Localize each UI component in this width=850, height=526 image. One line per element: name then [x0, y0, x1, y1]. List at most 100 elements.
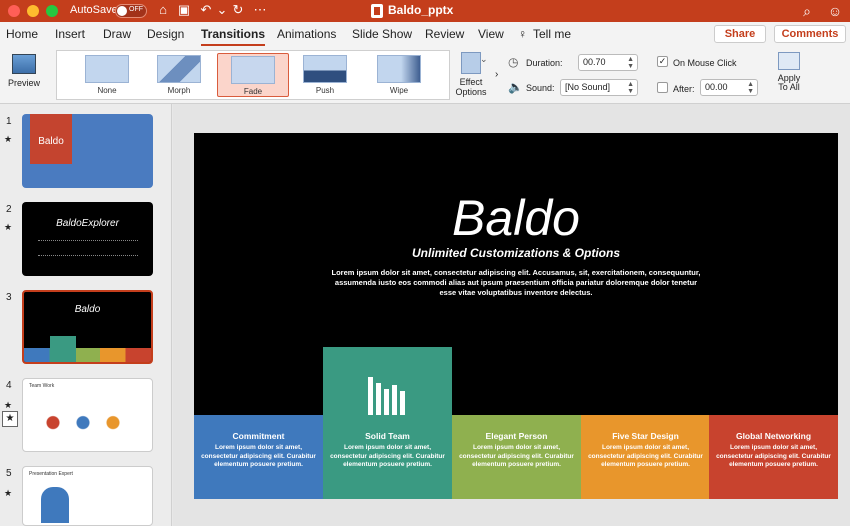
tab-transitions[interactable]: Transitions: [201, 27, 266, 46]
on-mouse-click-checkbox[interactable]: ✓: [657, 56, 668, 67]
transition-star-icon-selected[interactable]: ★: [2, 411, 18, 427]
effect-options-icon: [461, 52, 481, 74]
transition-star-icon: ★: [4, 400, 13, 410]
gallery-more-chevron-icon[interactable]: ›: [495, 69, 498, 80]
slide-thumbnail-1[interactable]: Baldo: [22, 114, 153, 188]
comments-button[interactable]: Comments: [774, 25, 846, 43]
thumbnail-logo: Baldo: [30, 114, 72, 164]
minimize-window-button[interactable]: [27, 5, 39, 17]
select-arrows-icon: ▲ ▼: [627, 81, 634, 95]
speaker-icon: 🔈: [508, 80, 523, 94]
preview-button[interactable]: Preview: [4, 54, 44, 96]
comments-label: Comments: [781, 28, 839, 40]
tab-review[interactable]: Review: [425, 27, 464, 41]
slide-number: 3: [6, 292, 12, 303]
card-global-networking[interactable]: Global Networking Lorem ipsum dolor sit …: [709, 415, 838, 499]
stepper-arrows-icon[interactable]: ▲ ▼: [627, 56, 634, 70]
card-title: Commitment: [232, 431, 285, 441]
duration-stepper[interactable]: 00.70 ▲ ▼: [578, 54, 638, 71]
stepper-arrows-icon[interactable]: ▲ ▼: [747, 81, 754, 95]
transition-wipe[interactable]: Wipe: [363, 53, 435, 97]
tab-design[interactable]: Design: [147, 27, 184, 41]
transition-none[interactable]: None: [71, 53, 143, 97]
transition-star-icon: ★: [4, 134, 13, 144]
slide-title[interactable]: Baldo: [194, 189, 838, 247]
effect-dropdown-icon[interactable]: ⌄: [480, 54, 488, 65]
current-slide[interactable]: Baldo Unlimited Customizations & Options…: [194, 133, 838, 499]
after-stepper[interactable]: 00.00 ▲ ▼: [700, 79, 758, 96]
transition-morph-preview: [157, 55, 201, 83]
slide-thumbnails-panel[interactable]: 1 ★ Baldo 2 ★ BaldoExplorer 3 ★ Baldo 4 …: [0, 104, 172, 526]
document-title[interactable]: Baldo_pptx: [388, 3, 453, 17]
account-icon[interactable]: ☺: [826, 2, 844, 20]
transition-fade[interactable]: Fade: [217, 53, 289, 97]
slide-thumbnail-4[interactable]: Team Work: [22, 378, 153, 452]
apply-label-2: To All: [778, 82, 800, 92]
slide-thumbnail-2[interactable]: BaldoExplorer: [22, 202, 153, 276]
slide-subtitle[interactable]: Unlimited Customizations & Options: [194, 246, 838, 260]
transition-gallery: None Morph Fade Push Wipe ›: [56, 50, 498, 100]
tab-draw[interactable]: Draw: [103, 27, 131, 41]
share-label: Share: [724, 28, 756, 40]
apply-to-all-button[interactable]: Apply To All: [772, 52, 806, 98]
transition-none-preview: [85, 55, 129, 83]
thumbnail-icons-row: [38, 240, 138, 256]
after-label: After:: [673, 84, 695, 94]
slide-body-text[interactable]: Lorem ipsum dolor sit amet, consectetur …: [330, 268, 702, 298]
transition-morph[interactable]: Morph: [143, 53, 215, 97]
tab-home[interactable]: Home: [6, 27, 38, 41]
tell-me-search[interactable]: Tell me: [533, 27, 571, 41]
after-checkbox[interactable]: [657, 82, 668, 93]
effect-options-label-2: Options: [455, 87, 487, 97]
autosave-toggle[interactable]: OFF: [115, 4, 147, 18]
slide-number: 1: [6, 116, 12, 127]
sound-select[interactable]: [No Sound] ▲ ▼: [560, 79, 638, 96]
tab-animations[interactable]: Animations: [277, 27, 336, 41]
transition-star-icon: ★: [4, 222, 13, 232]
duration-label: Duration:: [526, 58, 563, 68]
home-icon[interactable]: ⌂: [155, 2, 171, 18]
card-solid-team[interactable]: Solid Team Lorem ipsum dolor sit amet, c…: [323, 347, 452, 499]
transition-label: Morph: [167, 86, 191, 95]
slide-thumbnail-5[interactable]: Presentation Expert: [22, 466, 153, 526]
sound-label: Sound:: [526, 83, 555, 93]
more-commands-icon[interactable]: ⋯: [252, 2, 268, 18]
card-text: Lorem ipsum dolor sit amet, consectetur …: [330, 444, 445, 468]
transition-push[interactable]: Push: [289, 53, 361, 97]
tab-view[interactable]: View: [478, 27, 504, 41]
card-elegant-person[interactable]: Elegant Person Lorem ipsum dolor sit ame…: [452, 415, 581, 499]
apply-to-all-icon: [778, 52, 800, 70]
card-text: Lorem ipsum dolor sit amet, consectetur …: [201, 444, 316, 468]
card-text: Lorem ipsum dolor sit amet, consectetur …: [716, 444, 831, 468]
share-button[interactable]: Share: [714, 25, 766, 43]
duration-value: 00.70: [583, 57, 606, 67]
transition-label: None: [97, 86, 117, 95]
save-icon[interactable]: ▣: [176, 2, 192, 18]
powerpoint-file-icon: [371, 4, 383, 18]
card-title: Global Networking: [735, 431, 812, 441]
toggle-knob: [117, 6, 127, 16]
card-commitment[interactable]: Commitment Lorem ipsum dolor sit amet, c…: [194, 415, 323, 499]
thumbnail-cards-strip: [24, 348, 151, 362]
transition-star-icon: ★: [4, 488, 13, 498]
zoom-window-button[interactable]: [46, 5, 58, 17]
thumbnail-people-illustration: [33, 409, 133, 443]
thumbnail-raised-card: [50, 336, 76, 362]
card-five-star-design[interactable]: Five Star Design Lorem ipsum dolor sit a…: [581, 415, 710, 499]
slide-editor-stage[interactable]: Baldo Unlimited Customizations & Options…: [173, 104, 850, 526]
preview-icon: [12, 54, 36, 74]
tab-slide-show[interactable]: Slide Show: [352, 27, 412, 41]
redo-icon[interactable]: ↻: [230, 2, 246, 18]
transition-push-preview: [303, 55, 347, 83]
preview-label: Preview: [7, 78, 40, 88]
search-icon[interactable]: ⌕: [798, 2, 816, 20]
slide-number: 5: [6, 468, 12, 479]
transition-label: Wipe: [389, 86, 409, 95]
tab-insert[interactable]: Insert: [55, 27, 85, 41]
on-mouse-click-label: On Mouse Click: [673, 58, 737, 68]
undo-dropdown-icon[interactable]: ⌄: [214, 2, 230, 18]
close-window-button[interactable]: [8, 5, 20, 17]
undo-icon[interactable]: ↶: [198, 2, 214, 18]
after-value: 00.00: [705, 82, 728, 92]
slide-thumbnail-3-selected[interactable]: Baldo: [22, 290, 153, 364]
